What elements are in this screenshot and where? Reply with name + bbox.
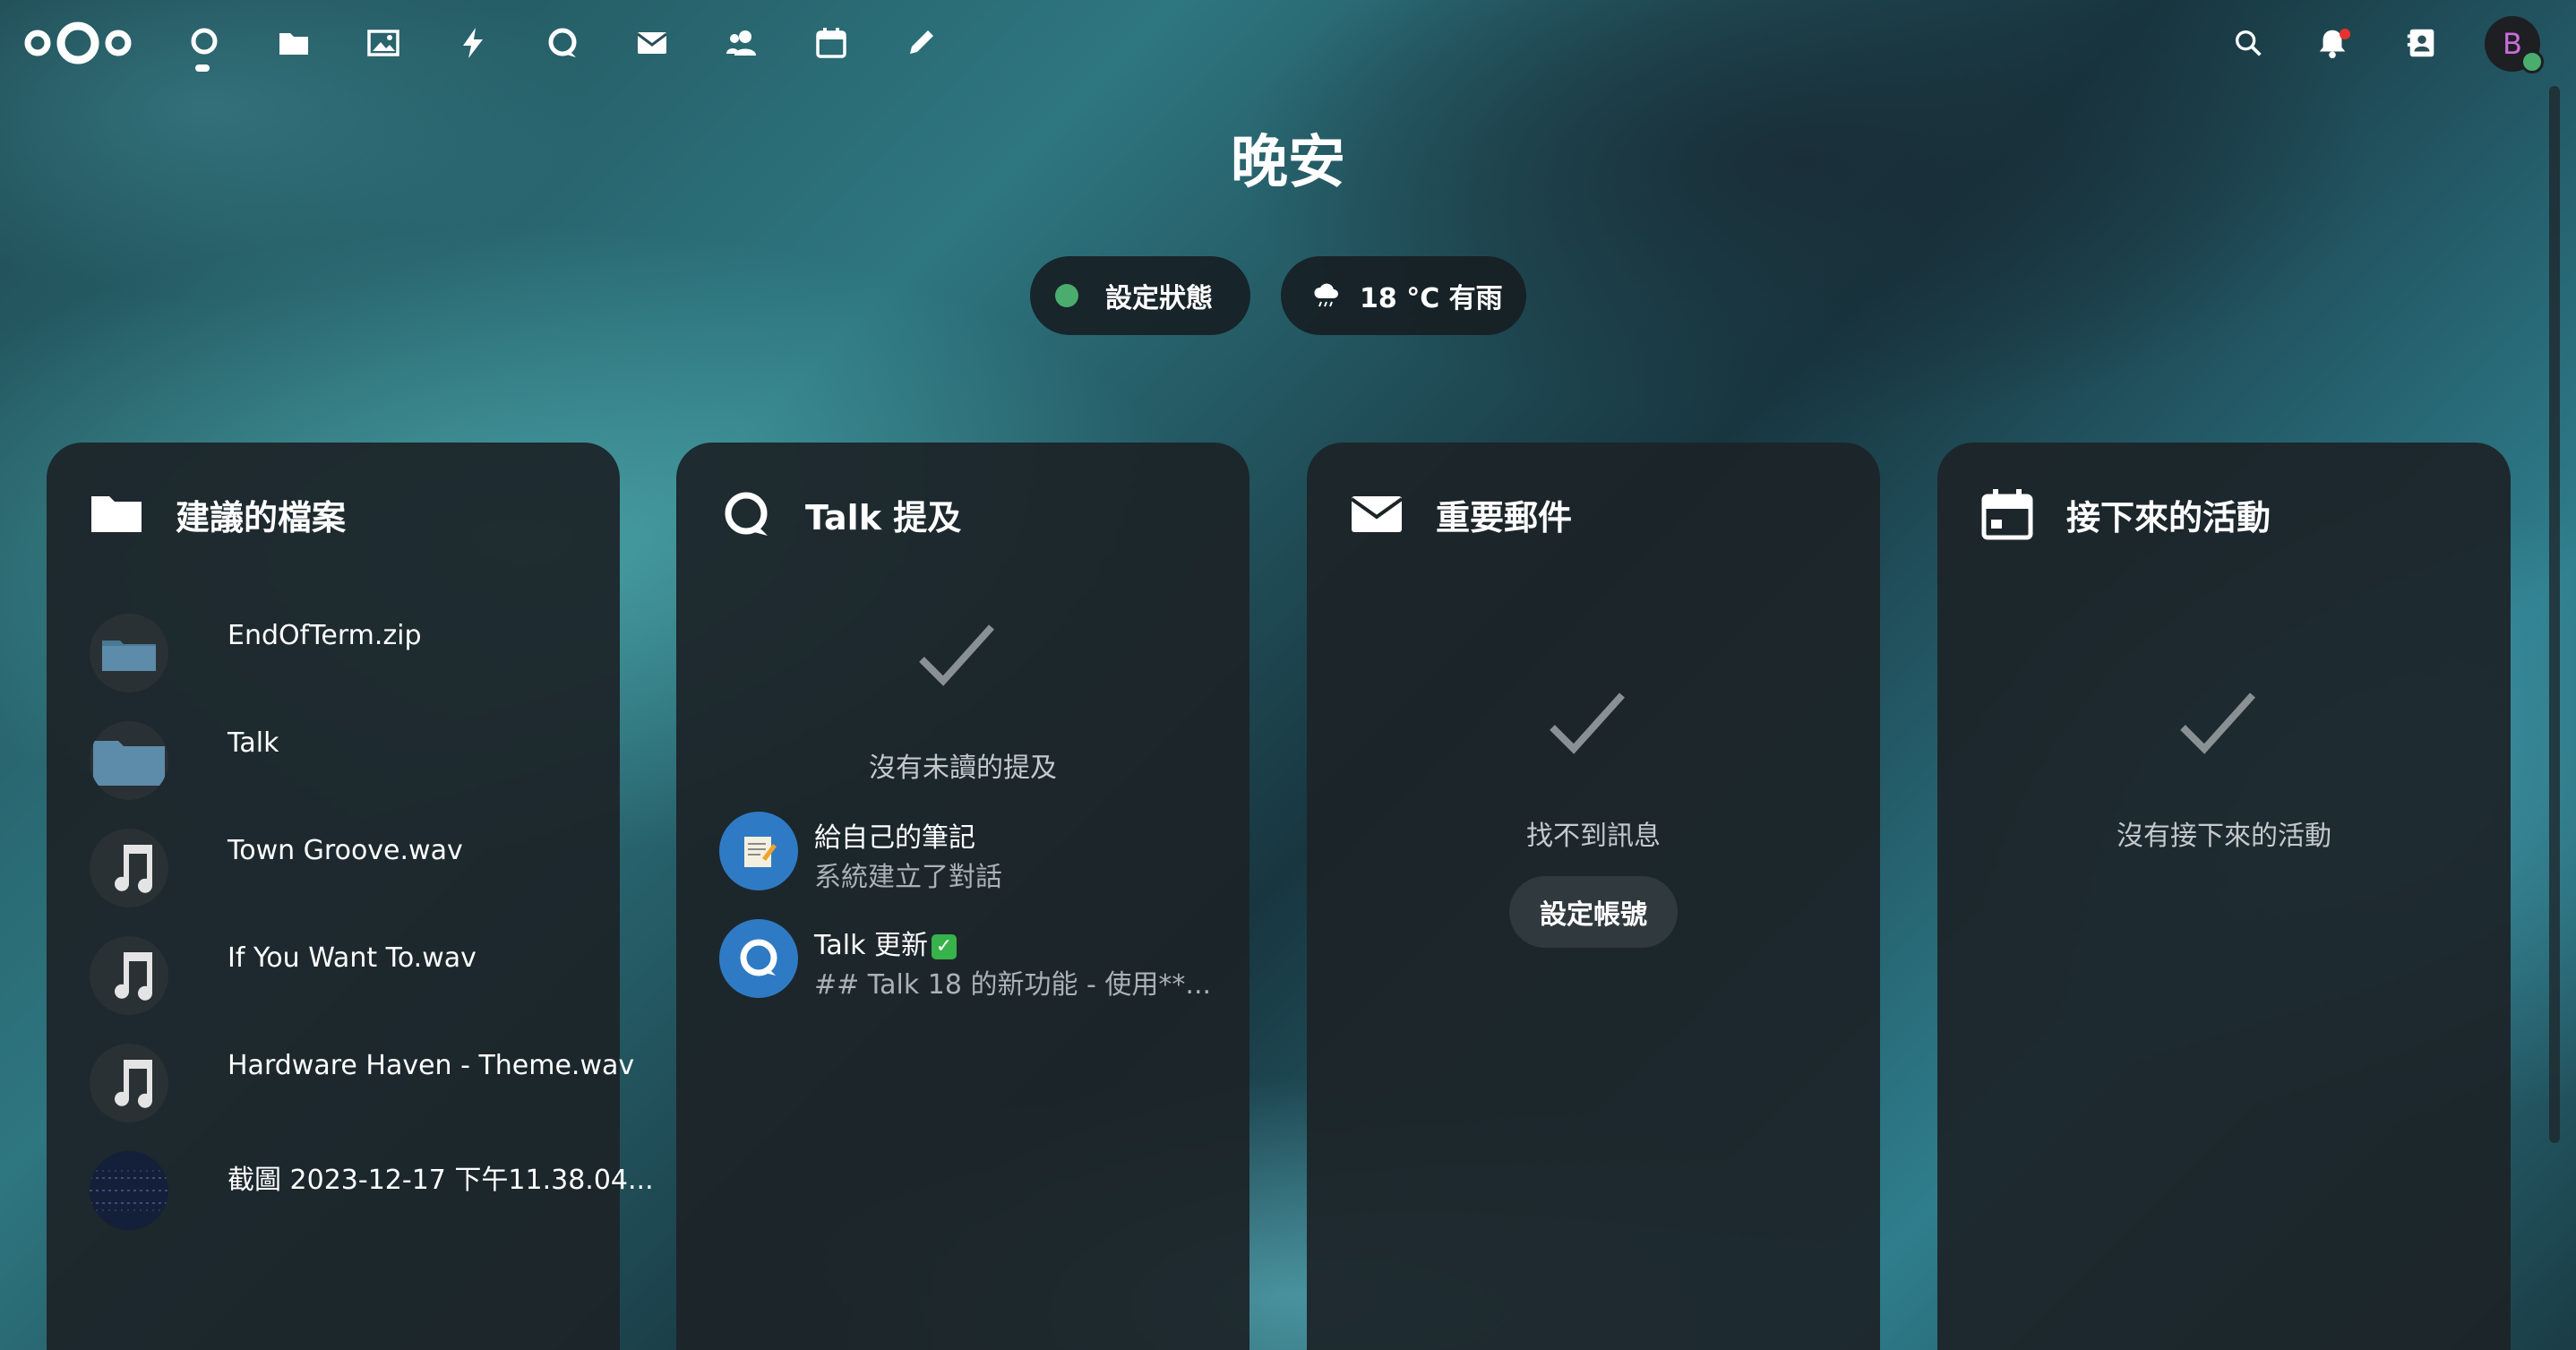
weather-label: 18 °C 有雨 — [1360, 283, 1503, 314]
rain-cloud-icon — [1314, 283, 1338, 307]
image-thumbnail — [90, 1151, 168, 1230]
setup-account-button[interactable]: 設定帳號 — [1509, 876, 1678, 948]
file-name: If You Want To.wav — [228, 942, 477, 974]
important-mail-panel: 重要郵件 找不到訊息 設定帳號 — [1307, 443, 1880, 1350]
contacts-icon[interactable] — [720, 21, 763, 64]
empty-state-text: 沒有未讀的提及 — [869, 752, 1057, 784]
file-item[interactable]: Hardware Haven - Theme.wav — [90, 1043, 634, 1123]
folder-icon — [91, 496, 142, 532]
lightning-icon[interactable] — [451, 21, 494, 64]
online-status-dot — [2520, 50, 2544, 73]
conversation-title-text: Talk 更新 — [814, 930, 928, 961]
panel-header: Talk 提及 — [719, 487, 961, 541]
panel-title: 接下來的活動 — [2066, 497, 2271, 537]
conversation-item[interactable]: Talk 更新 ✓ ## Talk 18 的新功能 - 使用**... — [719, 919, 1221, 1001]
conversation-item[interactable]: 給自己的筆記 系統建立了對話 — [719, 812, 1221, 893]
music-note-icon — [90, 829, 168, 907]
conversation-title: 給自己的筆記 — [814, 822, 975, 854]
panel-title: 建議的檔案 — [176, 497, 347, 537]
panel-title: 重要郵件 — [1436, 497, 1573, 537]
avatar-initial: B — [2503, 27, 2522, 61]
file-item[interactable]: 截圖 2023-12-17 下午11.38.04... — [90, 1150, 654, 1231]
empty-state-text: 找不到訊息 — [1526, 821, 1661, 852]
set-status-button[interactable]: 設定狀態 — [1030, 256, 1250, 335]
dashboard-icon[interactable] — [183, 21, 226, 64]
conversation-subtitle: ## Talk 18 的新功能 - 使用**... — [814, 969, 1212, 1001]
file-name: Talk — [228, 727, 279, 759]
panel-header: 建議的檔案 — [90, 487, 346, 541]
file-name: Town Groove.wav — [228, 835, 463, 866]
pencil-icon[interactable] — [899, 21, 942, 64]
panel-header: 接下來的活動 — [1980, 487, 2271, 541]
weather-button[interactable]: 18 °C 有雨 — [1281, 256, 1526, 335]
bell-icon[interactable] — [2311, 21, 2354, 64]
file-item[interactable]: Talk — [90, 720, 279, 801]
search-icon[interactable] — [2227, 21, 2270, 64]
top-bar: B — [0, 0, 2576, 86]
file-name: EndOfTerm.zip — [228, 620, 422, 651]
archive-icon — [90, 614, 168, 692]
panel-header: 重要郵件 — [1350, 487, 1572, 541]
checkmark-icon — [918, 622, 1008, 697]
talk-icon — [719, 919, 798, 998]
calendar-icon — [1981, 489, 2033, 540]
folder-icon[interactable] — [272, 21, 315, 64]
mail-icon — [1350, 496, 1404, 532]
file-item[interactable]: EndOfTerm.zip — [90, 613, 422, 693]
file-item[interactable]: If You Want To.wav — [90, 935, 477, 1016]
note-icon — [719, 812, 798, 890]
upcoming-events-panel: 接下來的活動 沒有接下來的活動 — [1937, 443, 2511, 1350]
check-badge-icon: ✓ — [932, 933, 957, 959]
contacts-menu-icon[interactable] — [2400, 21, 2443, 64]
file-name: 截圖 2023-12-17 下午11.38.04... — [228, 1165, 654, 1196]
notification-dot — [2340, 29, 2350, 39]
empty-state-text: 沒有接下來的活動 — [2117, 821, 2331, 852]
checkmark-icon — [2179, 690, 2269, 765]
active-app-indicator — [195, 64, 210, 72]
calendar-icon[interactable] — [810, 21, 853, 64]
file-name: Hardware Haven - Theme.wav — [228, 1050, 635, 1081]
recommended-files-panel: 建議的檔案 EndOfTerm.zip Talk Town Groove.wav… — [47, 443, 654, 1350]
music-note-icon — [90, 936, 168, 1015]
talk-mentions-panel: Talk 提及 沒有未讀的提及 給自己的筆記 系統建立了對話 Talk 更新 ✓ … — [676, 443, 1249, 1350]
mail-icon[interactable] — [631, 21, 674, 64]
status-dot — [1055, 284, 1078, 307]
scrollbar[interactable] — [2549, 86, 2560, 1143]
checkmark-icon — [1549, 690, 1638, 765]
music-note-icon — [90, 1044, 168, 1122]
nextcloud-logo[interactable] — [21, 16, 134, 70]
greeting-title: 晚安 — [1231, 130, 1345, 196]
file-item[interactable]: Town Groove.wav — [90, 828, 463, 908]
image-icon[interactable] — [362, 21, 405, 64]
folder-icon — [90, 721, 168, 800]
talk-icon — [725, 492, 768, 536]
conversation-title: Talk 更新 ✓ — [814, 923, 957, 962]
conversation-subtitle: 系統建立了對話 — [814, 862, 1002, 893]
talk-icon[interactable] — [541, 21, 584, 64]
set-status-label: 設定狀態 — [1105, 283, 1213, 314]
panel-title: Talk 提及 — [805, 497, 962, 537]
